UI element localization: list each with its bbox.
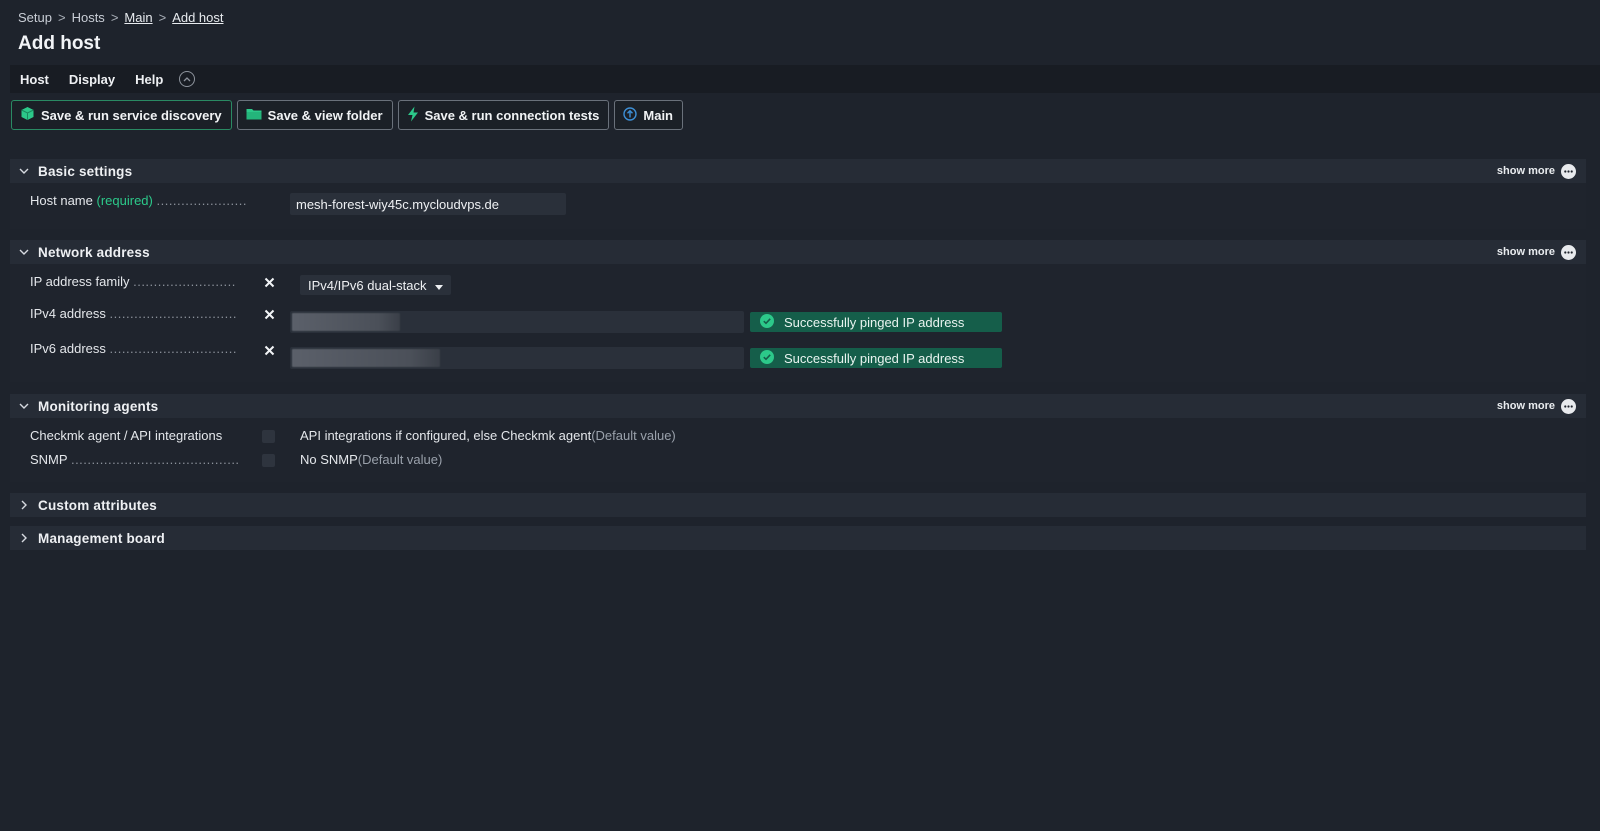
ip-family-toggle-icon[interactable] [262,275,276,289]
ipv6-status-text: Successfully pinged IP address [784,350,965,366]
redacted-value [292,313,400,331]
section-custom-attributes[interactable]: Custom attributes [10,493,1586,517]
ipv6-status-badge: Successfully pinged IP address [750,348,1002,368]
more-dots-icon [1561,163,1576,179]
menu-display[interactable]: Display [69,72,115,87]
ip-family-label: IP address family ......................… [30,274,236,289]
ipv4-status-text: Successfully pinged IP address [784,314,965,330]
ip-family-value: IPv4/IPv6 dual-stack [308,277,427,293]
section-title: Custom attributes [38,497,157,513]
save-run-discovery-button[interactable]: Save & run service discovery [11,100,232,130]
breadcrumb-separator: > [158,10,167,25]
leader-dots: ............................... [109,341,237,356]
ipv4-status-badge: Successfully pinged IP address [750,312,1002,332]
agent-value: API integrations if configured, else Che… [300,428,676,443]
snmp-text: SNMP [30,452,68,467]
host-name-text: Host name [30,193,93,208]
breadcrumb-main-link[interactable]: Main [124,10,152,25]
chevron-down-icon [18,249,30,255]
ip-family-select[interactable]: IPv4/IPv6 dual-stack [300,275,451,295]
breadcrumb: Setup > Hosts > Main > Add host [18,10,224,25]
collapse-menu-icon[interactable] [179,71,196,87]
default-value-tag: (Default value) [591,428,676,443]
section-title: Network address [38,244,150,260]
save-view-folder-label: Save & view folder [267,107,383,123]
ipv6-address-input[interactable] [290,347,744,369]
breadcrumb-hosts: Hosts [71,10,105,25]
snmp-value-text: No SNMP [300,452,358,467]
dropdown-arrow-icon [434,278,443,293]
ipv6-label: IPv6 address ...........................… [30,341,237,356]
breadcrumb-setup: Setup [18,10,52,25]
show-more-button[interactable]: show more [1496,163,1576,179]
chevron-down-icon [18,403,30,409]
menu-bar: Host Display Help [10,65,1600,93]
ip-family-text: IP address family [30,274,130,289]
save-run-discovery-label: Save & run service discovery [41,107,222,123]
chevron-down-icon [18,168,30,174]
agent-label: Checkmk agent / API integrations [30,428,223,443]
save-run-connection-tests-button[interactable]: Save & run connection tests [397,100,610,130]
main-button-label: Main [643,107,674,123]
save-run-connection-tests-label: Save & run connection tests [424,107,600,123]
snmp-value: No SNMP(Default value) [300,452,442,467]
breadcrumb-separator: > [57,10,66,25]
section-monitoring-agents[interactable]: Monitoring agents show more [10,394,1586,418]
agent-value-text: API integrations if configured, else Che… [300,428,592,443]
ipv4-toggle-icon[interactable] [262,307,276,321]
leader-dots: ............................... [109,306,237,321]
page-title: Add host [18,33,101,54]
ipv6-text: IPv6 address [30,341,106,356]
more-dots-icon [1561,398,1576,414]
default-value-tag: (Default value) [357,452,443,467]
main-button[interactable]: Main [614,100,684,130]
chevron-right-icon [18,500,30,510]
host-name-label: Host name (required) ...................… [30,193,247,208]
lightning-icon [407,106,419,125]
section-management-board[interactable]: Management board [10,526,1586,550]
arrow-up-circle-icon [623,106,638,124]
snmp-checkbox[interactable] [262,454,275,467]
agent-checkbox[interactable] [262,430,275,443]
folder-icon [246,107,262,123]
show-more-label: show more [1496,246,1555,258]
section-basic-settings[interactable]: Basic settings show more [10,159,1586,183]
check-circle-icon [760,313,774,331]
box-icon [20,106,35,124]
menu-host[interactable]: Host [20,72,49,87]
section-title: Monitoring agents [38,398,159,414]
section-monitoring-body: Checkmk agent / API integrations API int… [10,418,1586,482]
more-dots-icon [1561,244,1576,260]
show-more-label: show more [1496,165,1555,177]
leader-dots: ......................... [133,274,236,289]
section-title: Basic settings [38,163,133,179]
show-more-label: show more [1496,400,1555,412]
redacted-value [292,349,440,367]
check-circle-icon [760,349,774,367]
show-more-button[interactable]: show more [1496,244,1576,260]
ipv4-label: IPv4 address ...........................… [30,306,237,321]
leader-dots: ...................... [156,193,247,208]
breadcrumb-separator: > [110,10,119,25]
save-view-folder-button[interactable]: Save & view folder [236,100,393,130]
breadcrumb-add-host-link[interactable]: Add host [172,10,223,25]
menu-help[interactable]: Help [135,72,163,87]
section-title: Management board [38,530,165,546]
section-basic-body: Host name (required) ...................… [10,183,1586,229]
ipv6-toggle-icon[interactable] [262,343,276,357]
host-name-input[interactable]: mesh-forest-wiy45c.mycloudvps.de [290,193,566,215]
snmp-label: SNMP ...................................… [30,452,240,467]
ipv4-text: IPv4 address [30,306,106,321]
show-more-button[interactable]: show more [1496,398,1576,414]
chevron-right-icon [18,533,30,543]
leader-dots: ........................................… [70,452,240,467]
toolbar: Save & run service discovery Save & view… [11,100,684,130]
required-marker: (required) [96,193,153,208]
section-network-body: IP address family ......................… [10,264,1586,382]
ipv4-address-input[interactable] [290,311,744,333]
section-network-address[interactable]: Network address show more [10,240,1586,264]
